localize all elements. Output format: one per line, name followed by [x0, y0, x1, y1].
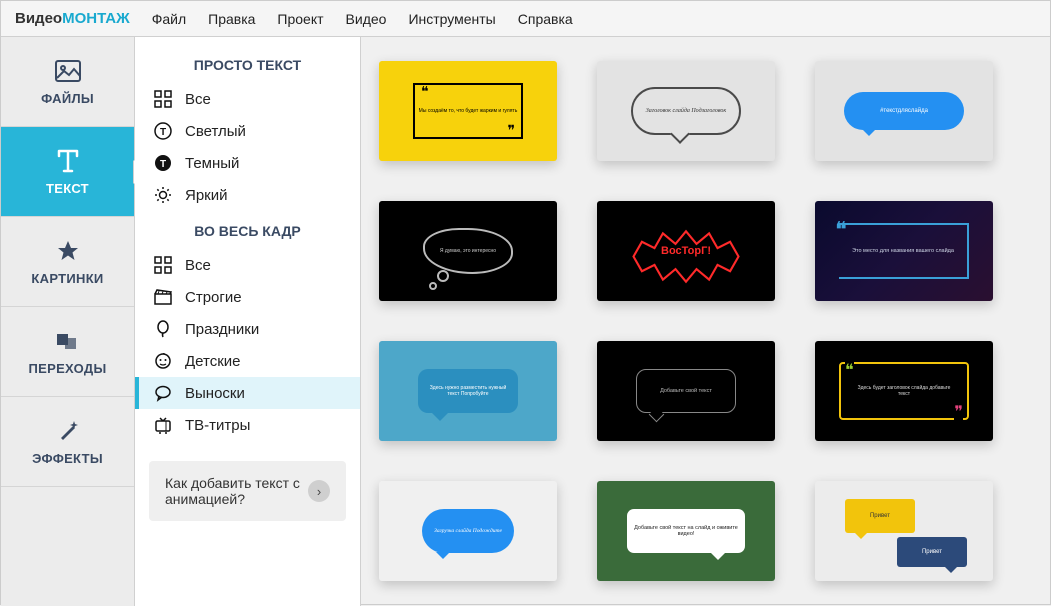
cat-holidays-label: Праздники [185, 321, 259, 338]
logo-part2: МОНТАЖ [62, 10, 130, 27]
template-grid: Мы создаём то, что будет жарким и гулять… [379, 61, 1032, 581]
baby-icon [153, 351, 173, 371]
template-green-card[interactable]: Добавьте свой текст на слайд и оживите в… [597, 481, 775, 581]
image-icon [54, 57, 82, 85]
nav-files-label: ФАЙЛЫ [41, 91, 94, 106]
template-black-yellow-quote[interactable]: Здесь будет заголовок слайда добавьте те… [815, 341, 993, 441]
cat-kids[interactable]: Детские [135, 345, 360, 377]
nav-effects-label: ЭФФЕКТЫ [32, 451, 103, 466]
thumb-text: Добавьте свой текст [660, 388, 712, 394]
thumb-text: Здесь будет заголовок слайда добавьте те… [841, 385, 967, 397]
nav-effects[interactable]: ЭФФЕКТЫ [1, 397, 134, 487]
menu-project[interactable]: Проект [277, 11, 323, 27]
balloon-icon [153, 319, 173, 339]
nav-transitions[interactable]: ПЕРЕХОДЫ [1, 307, 134, 397]
group-full-title: ВО ВЕСЬ КАДР [135, 211, 360, 249]
cat-bright-label: Яркий [185, 187, 228, 204]
transitions-icon [54, 327, 82, 355]
cat-strict[interactable]: Строгие [135, 281, 360, 313]
thumb-text: #текстдляслайда [880, 108, 928, 114]
cat-all2[interactable]: Все [135, 249, 360, 281]
clapper-icon [153, 287, 173, 307]
cat-light-label: Светлый [185, 123, 246, 140]
cat-all2-label: Все [185, 257, 211, 274]
grid-icon [153, 255, 173, 275]
left-nav: ФАЙЛЫ ТЕКСТ КАРТИНКИ ПЕРЕХОДЫ ЭФФЕКТЫ [1, 37, 135, 606]
cat-tv-label: ТВ-титры [185, 417, 250, 434]
template-black-outline-bubble[interactable]: Добавьте свой текст [597, 341, 775, 441]
grid-icon [153, 89, 173, 109]
menu-tools[interactable]: Инструменты [408, 11, 495, 27]
thumb-text-b: Привет [897, 537, 967, 567]
thumb-text-a: Привет [845, 499, 915, 533]
menu-file[interactable]: Файл [152, 11, 186, 27]
thumb-text: Здесь нужно разместить нужный текст Попр… [418, 385, 518, 397]
app-logo: ВидеоМОНТАЖ [15, 10, 130, 27]
menu-help[interactable]: Справка [518, 11, 573, 27]
cat-dark[interactable]: T Темный [135, 147, 360, 179]
cat-callouts-label: Выноски [185, 385, 245, 402]
cat-kids-label: Детские [185, 353, 241, 370]
menu-video[interactable]: Видео [346, 11, 387, 27]
nav-pictures[interactable]: КАРТИНКИ [1, 217, 134, 307]
svg-text:T: T [160, 127, 166, 138]
nav-text[interactable]: ТЕКСТ [1, 127, 134, 217]
thumb-text: Это место для названия вашего слайда [844, 248, 962, 254]
cat-all-label: Все [185, 91, 211, 108]
cat-holidays[interactable]: Праздники [135, 313, 360, 345]
menu-edit[interactable]: Правка [208, 11, 255, 27]
group-simple-title: ПРОСТО ТЕКСТ [135, 45, 360, 83]
cat-dark-label: Темный [185, 155, 239, 172]
template-black-think[interactable]: Я думаю, это интересно [379, 201, 557, 301]
nav-pictures-label: КАРТИНКИ [31, 271, 103, 286]
cat-all[interactable]: Все [135, 83, 360, 115]
cat-bright[interactable]: Яркий [135, 179, 360, 211]
chevron-right-icon: › [308, 480, 330, 502]
nav-text-label: ТЕКСТ [46, 181, 89, 196]
template-black-burst[interactable]: ВосТорГ! [597, 201, 775, 301]
thumb-text: Загрузка слайда Подождите [434, 528, 502, 534]
wand-icon [54, 417, 82, 445]
nav-files[interactable]: ФАЙЛЫ [1, 37, 134, 127]
t-outline-icon: T [153, 121, 173, 141]
sun-icon [153, 185, 173, 205]
main-area: ФАЙЛЫ ТЕКСТ КАРТИНКИ ПЕРЕХОДЫ ЭФФЕКТЫ [1, 37, 1050, 606]
cat-tv[interactable]: ТВ-титры [135, 409, 360, 441]
nav-transitions-label: ПЕРЕХОДЫ [28, 361, 106, 376]
thumb-text: Мы создаём то, что будет жарким и гулять [419, 108, 518, 115]
thumb-text: Заголовок слайда Подзаголовок [646, 108, 726, 114]
speech-icon [153, 383, 173, 403]
star-icon [54, 237, 82, 265]
category-panel: ПРОСТО ТЕКСТ Все T Светлый T Темный Ярки… [135, 37, 361, 606]
template-gradient-quote[interactable]: Это место для названия вашего слайда [815, 201, 993, 301]
thumb-text: Добавьте свой текст на слайд и оживите в… [627, 525, 745, 537]
help-text: Как добавить текст с анимацией? [165, 475, 300, 507]
thumb-text: Я думаю, это интересно [440, 248, 496, 254]
template-light-blue-bubble[interactable]: Загрузка слайда Подождите [379, 481, 557, 581]
template-yellow-quote[interactable]: Мы создаём то, что будет жарким и гулять [379, 61, 557, 161]
cat-light[interactable]: T Светлый [135, 115, 360, 147]
cat-strict-label: Строгие [185, 289, 242, 306]
t-filled-icon: T [153, 153, 173, 173]
svg-text:T: T [160, 159, 166, 170]
menubar: ВидеоМОНТАЖ Файл Правка Проект Видео Инс… [1, 1, 1050, 37]
template-grey-cloud[interactable]: Заголовок слайда Подзаголовок [597, 61, 775, 161]
template-blue-bubble[interactable]: #текстдляслайда [815, 61, 993, 161]
template-teal-bubble[interactable]: Здесь нужно разместить нужный текст Попр… [379, 341, 557, 441]
logo-part1: Видео [15, 10, 62, 27]
help-box[interactable]: Как добавить текст с анимацией? › [149, 461, 346, 521]
cat-callouts[interactable]: Выноски [135, 377, 360, 409]
template-gallery: Мы создаём то, что будет жарким и гулять… [361, 37, 1050, 606]
template-chat-pair[interactable]: Привет Привет [815, 481, 993, 581]
tv-icon [153, 415, 173, 435]
text-icon [54, 147, 82, 175]
